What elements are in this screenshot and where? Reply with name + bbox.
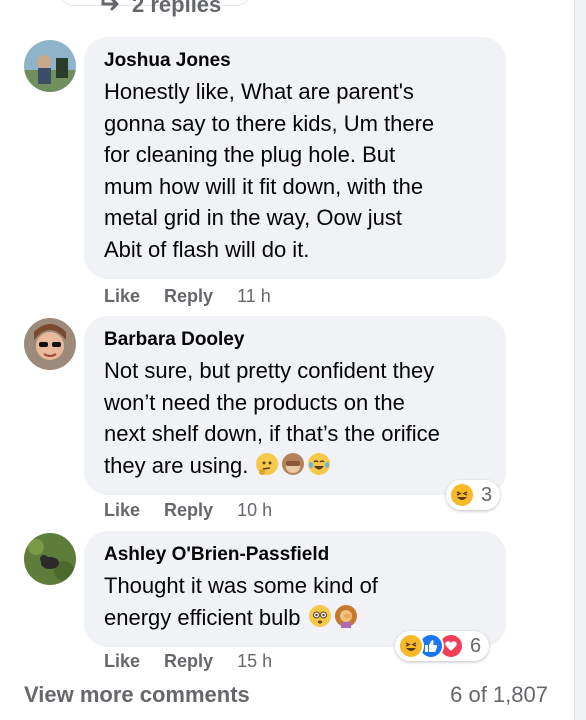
comment-text: Thought it was some kind of energy effic… [104,570,486,633]
like-button[interactable]: Like [104,286,140,307]
haha-reaction-icon [449,482,475,508]
reply-button[interactable]: Reply [164,651,213,672]
comment-author[interactable]: Joshua Jones [104,49,486,73]
replies-count: 2 replies [132,0,222,17]
comment-actions: Like Reply 11 h [104,286,271,307]
comment-bubble: Barbara Dooley Not sure, but pretty conf… [84,316,506,495]
view-more-comments-link[interactable]: View more comments [24,682,250,708]
like-button[interactable]: Like [104,500,140,521]
avatar[interactable] [24,533,76,585]
comment-bubble: Joshua Jones Honestly like, What are par… [84,37,506,279]
reply-arrow-icon [100,0,122,18]
tears-of-joy-icon [308,452,331,475]
reaction-summary[interactable]: 3 [446,480,501,510]
timestamp[interactable]: 10 h [237,500,272,521]
haha-reaction-icon [398,633,424,659]
avatar[interactable] [24,40,76,92]
comment-author[interactable]: Barbara Dooley [104,328,486,352]
see-no-evil-monkey-icon [282,452,305,475]
view-replies-link[interactable]: 2 replies [100,0,221,18]
woman-facepalming-icon [334,604,357,628]
flushed-face-icon [308,604,331,627]
comment-bubble: Ashley O'Brien-Passfield Thought it was … [84,531,506,647]
like-button[interactable]: Like [104,651,140,672]
reaction-count: 3 [481,483,493,506]
comments-count: 6 of 1,807 [450,682,548,707]
timestamp[interactable]: 11 h [237,286,271,307]
comment-actions: Like Reply 10 h [104,500,272,521]
comment-actions: Like Reply 15 h [104,651,272,672]
thinking-face-icon [256,452,279,475]
comment-text: Honestly like, What are parent's gonna s… [104,79,435,262]
comment-text: Not sure, but pretty confident they won’… [104,355,486,481]
comments-footer: View more comments 6 of 1,807 [24,682,548,708]
timestamp[interactable]: 15 h [237,651,272,672]
reaction-count: 6 [470,634,482,657]
avatar[interactable] [24,318,76,370]
reply-button[interactable]: Reply [164,286,213,307]
comment-author[interactable]: Ashley O'Brien-Passfield [104,543,486,567]
reply-button[interactable]: Reply [164,500,213,521]
reaction-summary[interactable]: 6 [395,631,490,661]
scrollbar-track[interactable] [574,0,586,720]
